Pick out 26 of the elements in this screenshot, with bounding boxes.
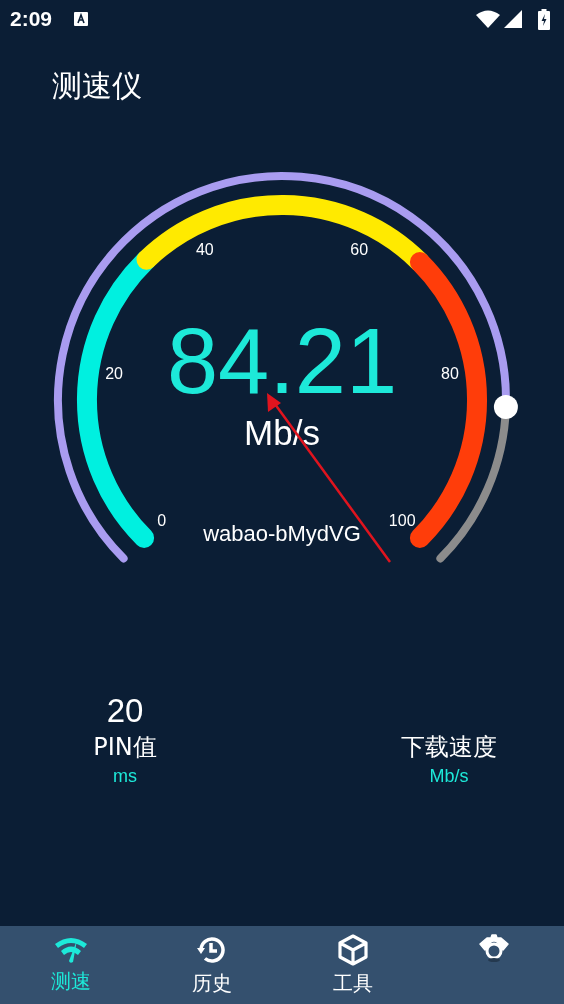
nav-tab[interactable]: 历史 [141,926,282,1004]
nav-tab[interactable]: 测速 [0,926,141,1004]
stat-unit: ms [113,765,137,788]
network-name: wabao-bMydVG [203,523,361,545]
tick-label: 40 [195,240,214,258]
battery-icon [538,8,550,30]
slider-thumb[interactable] [493,395,518,419]
status-time: 2:09 [10,7,53,31]
gear-icon [476,934,511,962]
cube-icon [336,934,369,966]
stat-unit: Mb/s [429,765,469,788]
wifi-icon [476,10,500,28]
stat-value: 20 [106,692,144,730]
speed-value: 84.21 [166,315,398,407]
history-icon [195,934,228,966]
keyboard-icon [74,12,89,26]
tick-label: 60 [350,240,369,258]
stat-label: PIN值 [93,732,157,763]
tick-label: 80 [441,365,459,383]
tick-label: 100 [388,512,416,530]
stat-label: 下载速度 [401,732,497,763]
tick-label: 20 [105,365,123,383]
signal-icon [504,10,522,28]
nav-tab[interactable]: 工具 [282,926,423,1004]
app-title: 测速仪 [52,68,142,103]
tick-label: 0 [157,512,167,530]
